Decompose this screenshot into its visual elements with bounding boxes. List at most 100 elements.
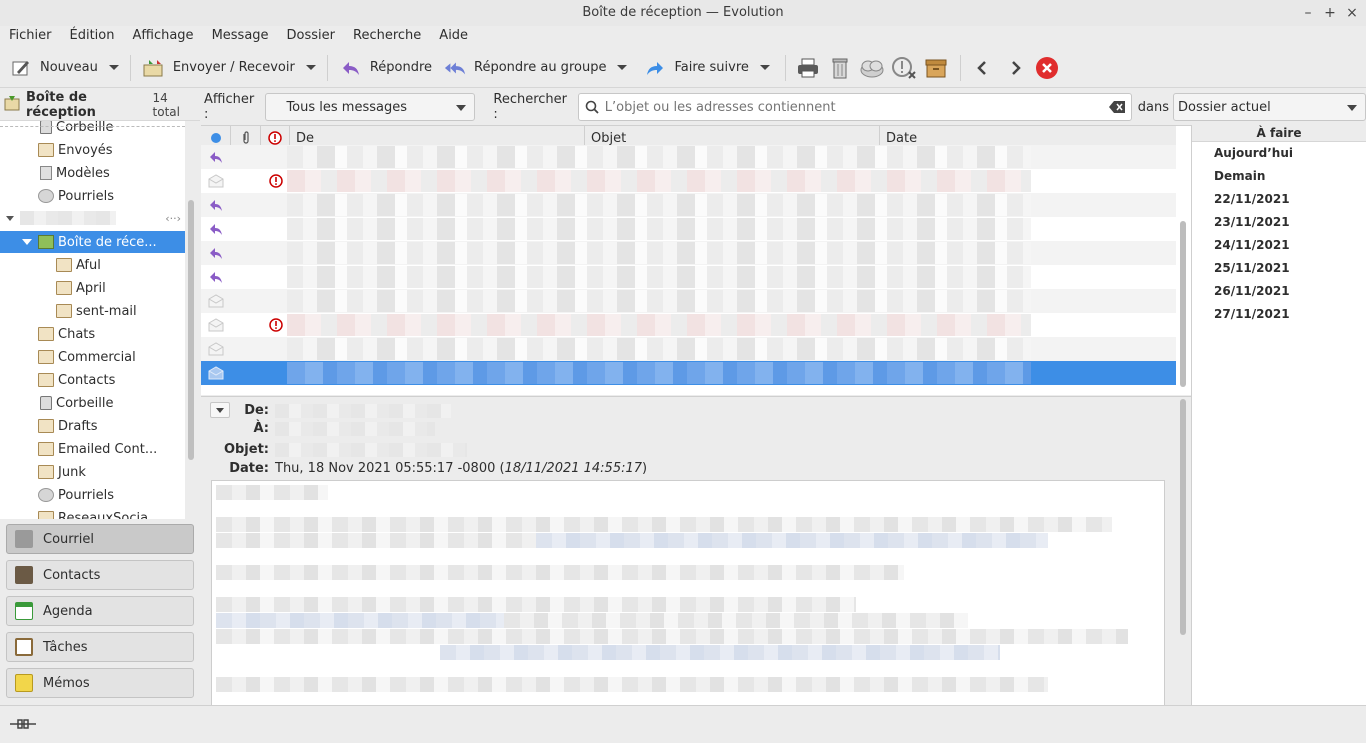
folder-label: sent-mail xyxy=(76,303,137,319)
folder-sent[interactable]: Envoyés xyxy=(0,139,185,161)
todo-today[interactable]: Aujourd’hui xyxy=(1214,146,1293,160)
previous-button[interactable] xyxy=(967,51,999,85)
body-link-redacted[interactable] xyxy=(216,613,504,628)
search-field[interactable] xyxy=(577,93,1132,121)
todo-day[interactable]: 26/11/2021 xyxy=(1214,284,1290,298)
todo-day[interactable]: 24/11/2021 xyxy=(1214,238,1290,252)
folder-commercial[interactable]: Commercial xyxy=(0,346,185,368)
message-row[interactable] xyxy=(201,313,1176,337)
reply-group-dropdown[interactable] xyxy=(612,51,632,85)
maximize-button[interactable]: + xyxy=(1324,0,1336,26)
folder-reseaux-sociaux[interactable]: ReseauxSocia... xyxy=(0,507,185,519)
header-from: De: xyxy=(201,401,451,420)
message-row[interactable] xyxy=(201,265,1176,289)
folder-sent-mail[interactable]: sent-mail xyxy=(0,300,185,322)
message-row[interactable] xyxy=(201,145,1176,169)
menu-view[interactable]: Affichage xyxy=(123,26,202,48)
header-to: À: xyxy=(201,419,435,438)
trash-icon xyxy=(40,396,52,410)
switcher-mail[interactable]: Courriel xyxy=(6,524,194,554)
message-row[interactable] xyxy=(201,289,1176,313)
message-list-scrollbar[interactable] xyxy=(1180,221,1186,387)
menu-message[interactable]: Message xyxy=(203,26,278,48)
message-row[interactable] xyxy=(201,241,1176,265)
junk-button[interactable] xyxy=(856,51,888,85)
menu-search[interactable]: Recherche xyxy=(344,26,430,48)
send-receive-dropdown[interactable] xyxy=(301,51,321,85)
template-icon xyxy=(40,166,52,180)
todo-day[interactable]: 23/11/2021 xyxy=(1214,215,1290,229)
folder-drafts[interactable]: Drafts xyxy=(0,415,185,437)
close-window-button[interactable]: × xyxy=(1346,0,1358,26)
preview-scrollbar[interactable] xyxy=(1180,399,1186,635)
folder-icon xyxy=(56,258,72,272)
folder-april[interactable]: April xyxy=(0,277,185,299)
menu-help[interactable]: Aide xyxy=(430,26,477,48)
forward-button[interactable]: Faire suivre xyxy=(638,51,754,85)
date-close: ) xyxy=(642,461,648,476)
body-link-redacted[interactable] xyxy=(536,533,1048,548)
folder-trash-local[interactable]: Corbeille xyxy=(0,121,185,138)
clear-search-icon[interactable] xyxy=(1108,101,1125,113)
not-junk-button[interactable] xyxy=(888,51,920,85)
message-row[interactable] xyxy=(201,193,1176,217)
switcher-calendar[interactable]: Agenda xyxy=(6,596,194,626)
minimize-button[interactable]: – xyxy=(1302,0,1314,26)
new-dropdown[interactable] xyxy=(104,51,124,85)
print-button[interactable] xyxy=(792,51,824,85)
menu-file[interactable]: Fichier xyxy=(0,26,61,48)
reply-group-button[interactable]: Répondre au groupe xyxy=(438,51,612,85)
toolbar-separator xyxy=(784,54,786,81)
folder-templates[interactable]: Modèles xyxy=(0,162,185,184)
next-button[interactable] xyxy=(999,51,1031,85)
body-link-redacted[interactable] xyxy=(440,645,1000,660)
folder-emailed-contacts[interactable]: Emailed Cont... xyxy=(0,438,185,460)
message-summary-redacted xyxy=(287,242,1031,264)
junk-icon xyxy=(860,60,884,77)
folder-icon xyxy=(38,419,54,433)
search-input[interactable] xyxy=(604,99,1105,115)
message-row[interactable] xyxy=(201,217,1176,241)
folder-chats[interactable]: Chats xyxy=(0,323,185,345)
todo-tomorrow[interactable]: Demain xyxy=(1214,169,1265,183)
delete-button[interactable] xyxy=(824,51,856,85)
folder-junk-local[interactable]: Pourriels xyxy=(0,185,185,207)
folder-tree-scrollbar[interactable] xyxy=(188,200,194,460)
menu-edit[interactable]: Édition xyxy=(61,26,124,48)
new-button[interactable]: Nouveau xyxy=(4,51,104,85)
reply-button[interactable]: Répondre xyxy=(334,51,438,85)
menu-folder[interactable]: Dossier xyxy=(278,26,344,48)
filter-select[interactable]: Tous les messages xyxy=(265,93,476,121)
folder-trash[interactable]: Corbeille xyxy=(0,392,185,414)
message-row[interactable] xyxy=(201,337,1176,361)
forward-dropdown[interactable] xyxy=(755,51,775,85)
arrow-right-icon xyxy=(1012,60,1021,75)
folder-inbox[interactable]: Boîte de réce... xyxy=(0,231,185,253)
folder-icon xyxy=(38,465,54,479)
account-row[interactable]: ‹··› xyxy=(0,207,185,229)
archive-button[interactable] xyxy=(920,51,952,85)
todo-day[interactable]: 25/11/2021 xyxy=(1214,261,1290,275)
switcher-contacts[interactable]: Contacts xyxy=(6,560,194,590)
body-text-redacted xyxy=(216,629,1128,644)
todo-day[interactable]: 22/11/2021 xyxy=(1214,192,1290,206)
folder-junk[interactable]: Junk xyxy=(0,461,185,483)
switcher-memos[interactable]: Mémos xyxy=(6,668,194,698)
message-row[interactable] xyxy=(201,361,1176,385)
switcher-tasks[interactable]: Tâches xyxy=(6,632,194,662)
date-label: Date: xyxy=(229,461,269,476)
scope-select[interactable]: Dossier actuel xyxy=(1173,93,1366,121)
folder-contacts[interactable]: Contacts xyxy=(0,369,185,391)
to-value-redacted xyxy=(275,421,435,436)
stop-button[interactable] xyxy=(1031,51,1063,85)
send-receive-button[interactable]: Envoyer / Recevoir xyxy=(137,51,301,85)
date-value: Thu, 18 Nov 2021 05:55:17 -0800 ( xyxy=(275,461,505,476)
folder-aful[interactable]: Aful xyxy=(0,254,185,276)
switcher-label: Tâches xyxy=(43,639,88,655)
message-summary-redacted xyxy=(287,170,1031,192)
message-row[interactable] xyxy=(201,169,1176,193)
send-receive-label: Envoyer / Recevoir xyxy=(172,60,295,75)
todo-day[interactable]: 27/11/2021 xyxy=(1214,307,1290,321)
folder-spam[interactable]: Pourriels xyxy=(0,484,185,506)
online-status-icon[interactable] xyxy=(10,718,36,734)
